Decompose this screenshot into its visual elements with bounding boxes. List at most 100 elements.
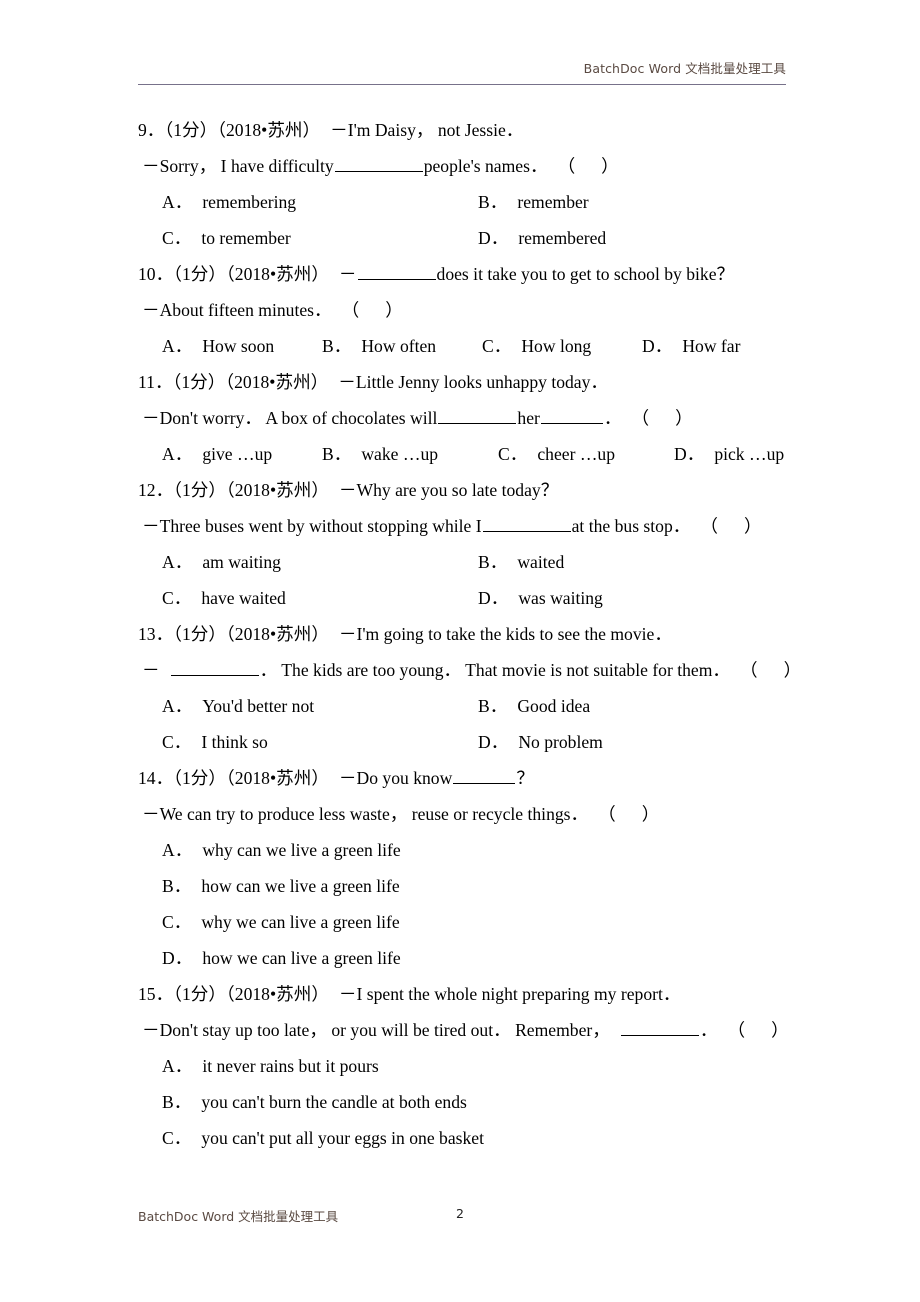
option-c-12[interactable]: C． have waited	[162, 580, 478, 616]
option-a-12[interactable]: A． am waiting	[162, 544, 478, 580]
option-d-13[interactable]: D． No problem	[478, 724, 603, 760]
option-text: How long	[521, 336, 592, 356]
option-b-13[interactable]: B． Good idea	[478, 688, 590, 724]
answer-blank	[482, 517, 571, 532]
option-row: D． how we can live a green life	[0, 940, 920, 976]
question-block-14: 14．（1分）（2018•苏州） －Do you know ？ －We can tr…	[0, 760, 920, 976]
option-c-9[interactable]: C． to remember	[162, 220, 478, 256]
option-d-10[interactable]: D． How far	[642, 328, 740, 364]
page-header: BatchDoc Word 文档批量处理工具	[138, 58, 786, 88]
option-letter: B．	[478, 696, 508, 716]
option-letter: C．	[162, 1128, 192, 1148]
answer-paren-open-9: （	[557, 156, 576, 176]
option-letter: D．	[642, 336, 673, 356]
option-row: B． how can we live a green life	[0, 868, 920, 904]
option-text: you can't put all your eggs in one baske…	[201, 1128, 484, 1148]
reply-text-before-11: －Don't worry． A box of chocolates will	[142, 408, 438, 428]
option-text: I think so	[201, 732, 268, 752]
reply-text-after-12: at the bus stop．	[571, 516, 691, 536]
option-a-15[interactable]: A． it never rains but it pours	[162, 1048, 379, 1084]
option-a-14[interactable]: A． why can we live a green life	[162, 832, 401, 868]
option-text: am waiting	[202, 552, 281, 572]
question-number-10: 10．	[138, 264, 174, 284]
option-letter: C．	[162, 588, 192, 608]
option-row: B． you can't burn the candle at both ends	[0, 1084, 920, 1120]
option-c-11[interactable]: C． cheer …up	[498, 436, 674, 472]
option-d-9[interactable]: D． remembered	[478, 220, 606, 256]
option-b-14[interactable]: B． how can we live a green life	[162, 868, 400, 904]
option-letter: C．	[482, 336, 512, 356]
option-row: C． why we can live a green life	[0, 904, 920, 940]
option-b-15[interactable]: B． you can't burn the candle at both ends	[162, 1084, 467, 1120]
option-b-12[interactable]: B． waited	[478, 544, 564, 580]
question-source-9: （2018•苏州）	[217, 120, 321, 140]
option-row: A． remembering B． remember	[0, 184, 920, 220]
option-row: C． to remember D． remembered	[0, 220, 920, 256]
option-letter: D．	[478, 732, 509, 752]
question-block-12: 12．（1分）（2018•苏州） －Why are you so late tod…	[0, 472, 920, 616]
answer-blank	[540, 409, 603, 424]
option-a-10[interactable]: A． How soon	[162, 328, 322, 364]
option-row: C． have waited D． was waiting	[0, 580, 920, 616]
option-d-12[interactable]: D． was waiting	[478, 580, 603, 616]
option-text: Good idea	[517, 696, 591, 716]
reply-text-before-13: －	[142, 660, 160, 680]
option-text: cheer …up	[537, 444, 616, 464]
option-row: A． it never rains but it pours	[0, 1048, 920, 1084]
question-reply-9: －Sorry， I have difficulty people's names．…	[0, 148, 920, 184]
option-letter: D．	[478, 588, 509, 608]
answer-paren-close-11: ）	[675, 408, 693, 428]
question-number-11: 11．	[138, 372, 173, 392]
question-stem-text-11: －Little Jenny looks unhappy today．	[338, 372, 609, 392]
answer-paren-open-15: （	[727, 1020, 746, 1040]
answer-paren-open-13: （	[740, 660, 758, 680]
option-text: remembering	[202, 192, 297, 212]
option-a-9[interactable]: A． remembering	[162, 184, 478, 220]
question-score-11: （1分）	[172, 372, 226, 392]
option-d-14[interactable]: D． how we can live a green life	[162, 940, 401, 976]
option-a-13[interactable]: A． You'd better not	[162, 688, 478, 724]
option-text: pick …up	[714, 444, 785, 464]
question-stem-text-before-14: －Do you know	[338, 768, 453, 788]
option-c-14[interactable]: C． why we can live a green life	[162, 904, 400, 940]
option-text: have waited	[201, 588, 286, 608]
option-text: you can't burn the candle at both ends	[201, 1092, 467, 1112]
option-b-9[interactable]: B． remember	[478, 184, 589, 220]
reply-text-before-15: －Don't stay up too late， or you will be …	[142, 1020, 610, 1040]
option-letter: A．	[162, 552, 193, 572]
reply-text-mid-11: her	[517, 408, 540, 428]
option-c-15[interactable]: C． you can't put all your eggs in one bas…	[162, 1120, 484, 1156]
question-block-9: 9．（1分）（2018•苏州） －I'm Daisy， not Jessie． －…	[0, 112, 920, 256]
option-row: A． How soon B． How often C． How long D． How far	[0, 328, 920, 364]
answer-paren-close-13: ）	[783, 660, 802, 680]
question-number-14: 14．	[138, 768, 174, 788]
question-stem-10: 10．（1分）（2018•苏州） － does it take you to get…	[0, 256, 920, 292]
question-source-11: （2018•苏州）	[225, 372, 329, 392]
question-stem-text-9: －I'm Daisy， not Jessie．	[330, 120, 524, 140]
option-b-10[interactable]: B． How often	[322, 328, 482, 364]
question-list: 9．（1分）（2018•苏州） －I'm Daisy， not Jessie． －…	[0, 112, 920, 1156]
option-row: A． give …up B． wake …up C． cheer …up D． pick …u…	[0, 436, 920, 472]
option-d-11[interactable]: D． pick …up	[674, 436, 784, 472]
header-divider	[138, 84, 786, 85]
answer-paren-close-10: ）	[385, 300, 403, 320]
footer-title: BatchDoc Word 文档批量处理工具	[138, 1209, 339, 1224]
option-text: how can we live a green life	[201, 876, 400, 896]
reply-text-after-9: people's names．	[423, 156, 548, 176]
option-letter: B．	[478, 192, 508, 212]
option-letter: A．	[162, 1056, 193, 1076]
option-text: waited	[517, 552, 565, 572]
option-letter: C．	[162, 732, 192, 752]
option-text: why we can live a green life	[201, 912, 400, 932]
option-c-13[interactable]: C． I think so	[162, 724, 478, 760]
option-c-10[interactable]: C． How long	[482, 328, 642, 364]
page-number: 2	[456, 1206, 464, 1221]
option-a-11[interactable]: A． give …up	[162, 436, 322, 472]
answer-paren-open-11: （	[631, 408, 650, 428]
option-text: give …up	[202, 444, 273, 464]
option-letter: A．	[162, 444, 193, 464]
option-letter: B．	[322, 336, 352, 356]
option-letter: A．	[162, 696, 193, 716]
question-reply-13: － ． The kids are too young． That movie is…	[0, 652, 920, 688]
option-b-11[interactable]: B． wake …up	[322, 436, 498, 472]
